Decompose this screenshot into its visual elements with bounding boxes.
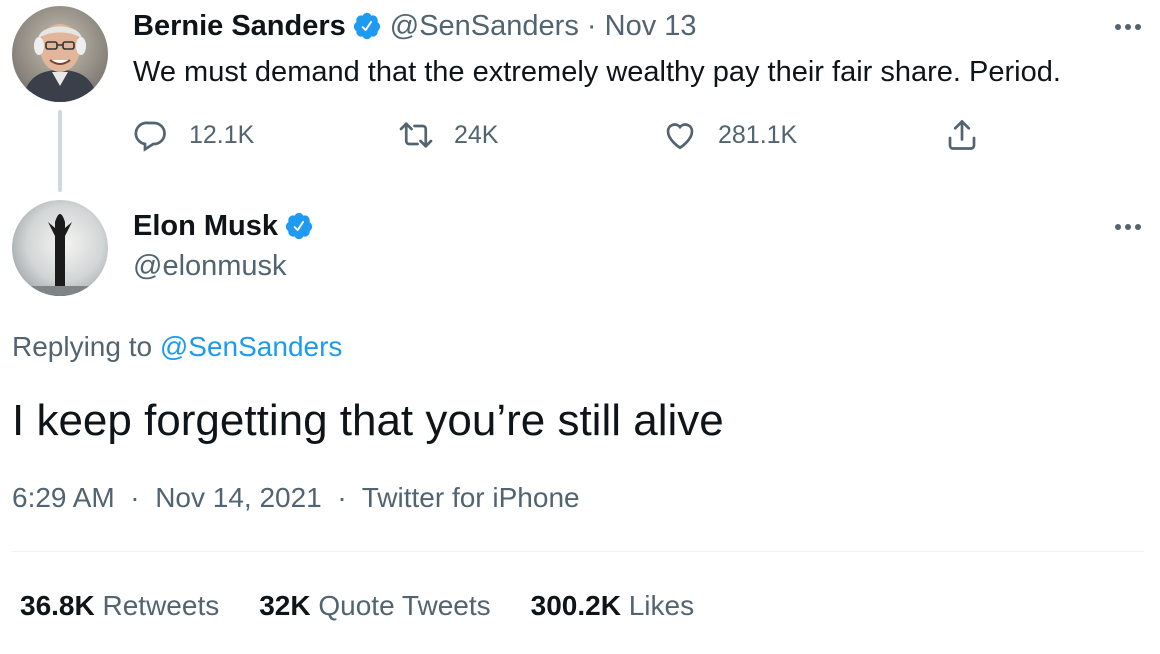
author-name[interactable]: Bernie Sanders [133,10,346,43]
likes-label: Likes [628,590,695,621]
retweets-stat[interactable]: 36.8K Retweets [20,586,219,626]
reply-author: Elon Musk [133,207,322,245]
separator: · [337,482,347,513]
verified-icon [352,11,382,41]
retweet-count: 24K [454,120,499,149]
author-name[interactable]: Elon Musk [133,210,278,243]
thread-connector-line [58,110,62,192]
like-count: 281.1K [718,120,798,149]
retweets-value: 36.8K [20,590,95,621]
replying-to: Replying to @SenSanders [12,329,342,365]
quote-tweets-label: Quote Tweets [318,590,491,621]
avatar[interactable] [12,200,108,296]
tweet-date[interactable]: Nov 14, 2021 [155,482,322,513]
reply-button[interactable]: 12.1K [133,115,254,155]
replying-to-handle-link[interactable]: @SenSanders [160,331,343,362]
separator: · [586,9,597,42]
replying-to-label: Replying to [12,331,153,362]
verified-icon [284,211,314,241]
quote-tweets-stat[interactable]: 32K Quote Tweets [259,586,490,626]
reply-icon [134,121,166,152]
avatar[interactable] [12,6,108,102]
likes-stat[interactable]: 300.2K Likes [531,586,694,626]
tweet-text: We must demand that the extremely wealth… [133,56,1061,88]
divider [12,551,1144,552]
share-icon [948,120,976,150]
likes-value: 300.2K [530,590,621,621]
author-handle[interactable]: @elonmusk [133,248,287,284]
like-button[interactable]: 281.1K [662,115,797,155]
like-icon [666,123,694,150]
retweet-button[interactable]: 24K [398,115,498,155]
reply-count: 12.1K [189,120,255,149]
more-icon[interactable] [1112,220,1144,232]
separator: · [130,482,140,513]
tweet-date[interactable]: Nov 13 [605,10,697,43]
more-icon[interactable] [1112,20,1144,32]
retweets-label: Retweets [102,590,220,621]
share-button[interactable] [944,115,1000,155]
tweet-source[interactable]: Twitter for iPhone [362,482,580,513]
author-handle[interactable]: @SenSanders [390,10,579,43]
tweet-text: I keep forgetting that you’re still aliv… [12,396,724,445]
quote-tweets-value: 32K [259,590,311,621]
tweet-stats: 36.8K Retweets 32K Quote Tweets 300.2K L… [20,586,734,626]
retweet-icon [399,122,433,148]
tweet-meta: 6:29 AM · Nov 14, 2021 · Twitter for iPh… [12,480,580,516]
tweet-time[interactable]: 6:29 AM [12,482,115,513]
parent-tweet-header: Bernie Sanders @SenSanders · Nov 13 [133,8,697,44]
